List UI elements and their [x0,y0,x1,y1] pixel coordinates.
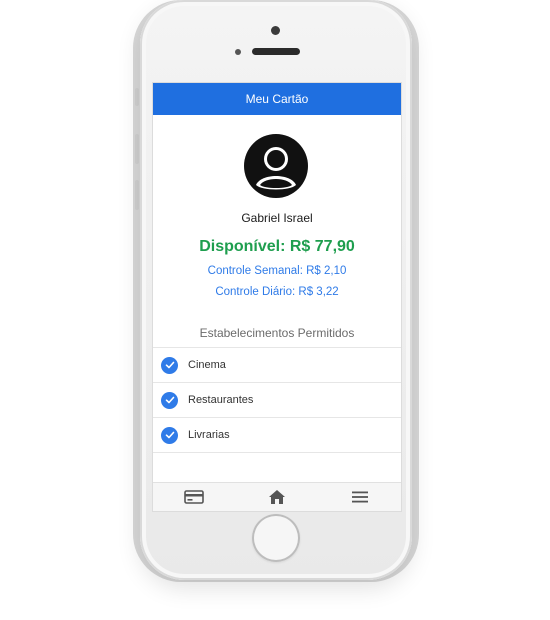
user-avatar-icon [244,134,308,198]
volume-up-button [135,134,139,164]
establishments-title: Estabelecimentos Permitidos [199,326,355,340]
earpiece-speaker [252,48,300,55]
check-icon [161,356,178,374]
daily-control: Controle Diário: R$ 3,22 [215,286,339,298]
list-item-label: Livrarias [188,429,230,441]
available-balance: Disponível: R$ 77,90 [199,238,355,255]
list-item[interactable]: Restaurantes [153,383,401,418]
app-screen: Meu Cartão Gabriel Israel Disponível: R$… [152,82,402,512]
card-icon [184,490,205,504]
volume-down-button [135,180,139,210]
list-item[interactable]: Livrarias [153,418,401,453]
bottom-nav [153,482,401,511]
list-item-label: Restaurantes [188,394,254,406]
stage: Meu Cartão Gabriel Israel Disponível: R$… [0,0,550,620]
home-button[interactable] [252,514,300,562]
nav-card-button[interactable] [174,485,214,509]
establishments-list: Cinema Restaurantes Livrarias [153,347,401,453]
home-icon [268,490,285,504]
check-icon [161,391,178,409]
nav-menu-button[interactable] [340,485,380,509]
list-item[interactable]: Cinema [153,348,401,383]
front-camera [271,26,280,35]
list-item-label: Cinema [188,359,226,371]
weekly-control: Controle Semanal: R$ 2,10 [207,265,347,277]
proximity-sensor [235,49,241,55]
nav-home-button[interactable] [257,485,297,509]
menu-icon [351,491,368,503]
check-icon [161,426,178,444]
user-name: Gabriel Israel [241,211,313,225]
mute-switch [135,88,139,106]
header-bar: Meu Cartão [153,83,401,115]
avatar [243,133,309,199]
page-title: Meu Cartão [245,92,309,106]
